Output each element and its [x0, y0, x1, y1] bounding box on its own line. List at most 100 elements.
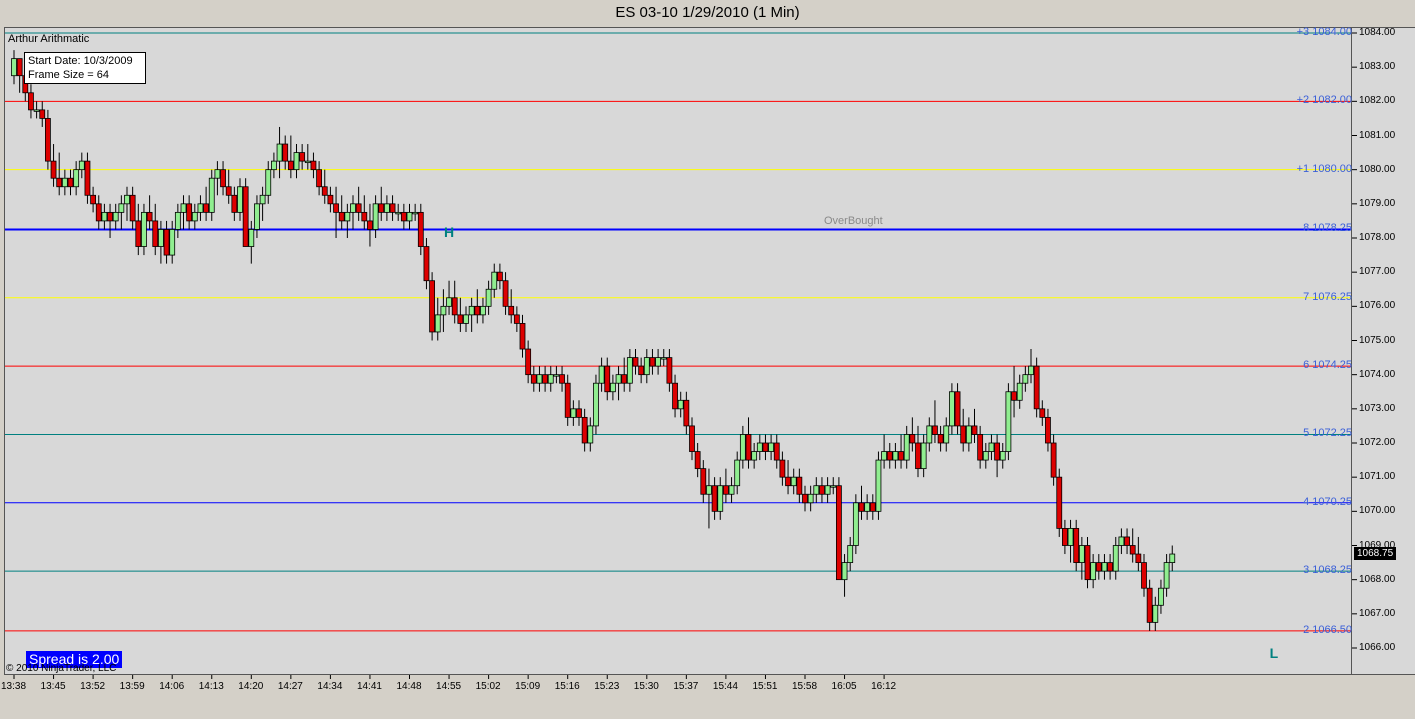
candle-142: [813, 477, 820, 503]
candle-body-62: [361, 211, 368, 222]
candle-body-86: [496, 271, 503, 282]
candle-body-126: [723, 485, 729, 495]
candle-166: [949, 383, 955, 435]
candle-body-152: [869, 502, 876, 512]
candle-body-50: [293, 152, 300, 171]
candle-146: [836, 477, 842, 581]
price-tick-label: 1083.00: [1359, 61, 1396, 73]
candle-body-13: [84, 160, 91, 196]
candle-body-80: [463, 314, 469, 324]
price-tick-label: 1070.00: [1359, 505, 1396, 517]
candle-body-51: [299, 152, 306, 162]
candle-43: [254, 195, 260, 238]
candle-body-122: [700, 468, 707, 495]
candle-body-190: [1084, 545, 1091, 581]
candle-body-162: [926, 425, 933, 444]
candle-105: [604, 357, 611, 401]
candle-59: [344, 203, 351, 238]
candle-body-111: [638, 365, 645, 376]
candle-125: [717, 477, 724, 520]
marker-h: H: [444, 224, 454, 240]
candle-116: [666, 349, 673, 392]
candle-body-104: [598, 365, 605, 384]
candlestick-chart[interactable]: HL: [0, 0, 1415, 719]
candle-14: [90, 186, 96, 213]
candle-117: [672, 374, 678, 418]
candle-16: [101, 203, 108, 230]
time-tick-label: 14:06: [159, 681, 185, 692]
candle-82: [474, 289, 481, 324]
time-tick-label: 14:48: [396, 681, 422, 692]
candle-body-46: [270, 160, 277, 171]
candle-107: [615, 366, 622, 401]
info-box: Start Date: 10/3/2009 Frame Size = 64: [24, 52, 146, 84]
candle-101: [581, 408, 588, 452]
candle-51: [299, 144, 306, 170]
candle-body-78: [451, 297, 458, 316]
candle-body-42: [248, 229, 255, 247]
candle-body-83: [480, 305, 486, 316]
candle-52: [304, 144, 311, 170]
candle-1: [16, 58, 23, 93]
candle-body-10: [67, 177, 74, 188]
copyright-text: © 2010 NinjaTrader, LLC: [6, 663, 117, 674]
candle-body-68: [395, 211, 402, 215]
candle-body-100: [576, 408, 582, 418]
candle-10: [67, 169, 74, 196]
candle-body-185: [1056, 476, 1063, 529]
markers: HL: [444, 224, 1279, 661]
candle-192: [1095, 554, 1102, 580]
candle-23: [141, 203, 147, 256]
candle-body-106: [610, 382, 616, 393]
time-tick-label: 16:12: [871, 681, 897, 692]
candle-122: [700, 460, 707, 503]
candle-84: [485, 280, 492, 315]
candle-body-7: [50, 160, 57, 179]
candle-109: [626, 349, 633, 392]
candle-body-198: [1129, 545, 1136, 555]
indicator-name: Arthur Arithmatic: [8, 33, 90, 45]
price-tick-label: 1071.00: [1359, 471, 1396, 483]
level-label-4: 7 1076.25: [1303, 290, 1352, 303]
candle-103: [593, 374, 599, 435]
candle-68: [395, 203, 402, 221]
candle-38: [225, 169, 232, 204]
candle-body-127: [728, 485, 735, 495]
candle-body-17: [107, 211, 113, 222]
candle-body-179: [1022, 374, 1029, 384]
candle-137: [785, 460, 791, 495]
candle-172: [982, 443, 989, 469]
candle-112: [643, 349, 650, 384]
candle-body-84: [485, 288, 492, 307]
candle-48: [282, 135, 289, 170]
candle-body-82: [474, 305, 481, 316]
candle-31: [186, 195, 193, 230]
candle-203: [1158, 579, 1164, 614]
candle-151: [864, 494, 871, 520]
candle-body-160: [915, 442, 921, 470]
candle-body-132: [756, 442, 763, 452]
candle-136: [779, 451, 786, 486]
candle-79: [457, 297, 464, 332]
candle-body-103: [593, 382, 599, 427]
candle-body-85: [491, 271, 498, 290]
candle-40: [237, 178, 243, 221]
candle-body-133: [762, 442, 769, 452]
candle-body-167: [954, 391, 961, 427]
level-label-6: 5 1072.25: [1303, 427, 1352, 440]
candle-83: [480, 297, 486, 324]
candle-body-201: [1146, 587, 1153, 623]
candle-74: [429, 272, 436, 341]
candle-32: [191, 203, 198, 230]
candle-27: [163, 220, 170, 264]
candle-20: [124, 186, 130, 221]
candle-body-89: [513, 314, 520, 324]
candle-body-20: [124, 194, 130, 205]
candle-body-110: [632, 357, 639, 367]
candle-113: [649, 349, 656, 375]
candle-160: [915, 425, 921, 478]
level-label-2: +1 1080.00: [1296, 162, 1352, 175]
candle-26: [157, 220, 164, 264]
candle-140: [802, 485, 808, 512]
candle-body-112: [643, 357, 650, 376]
